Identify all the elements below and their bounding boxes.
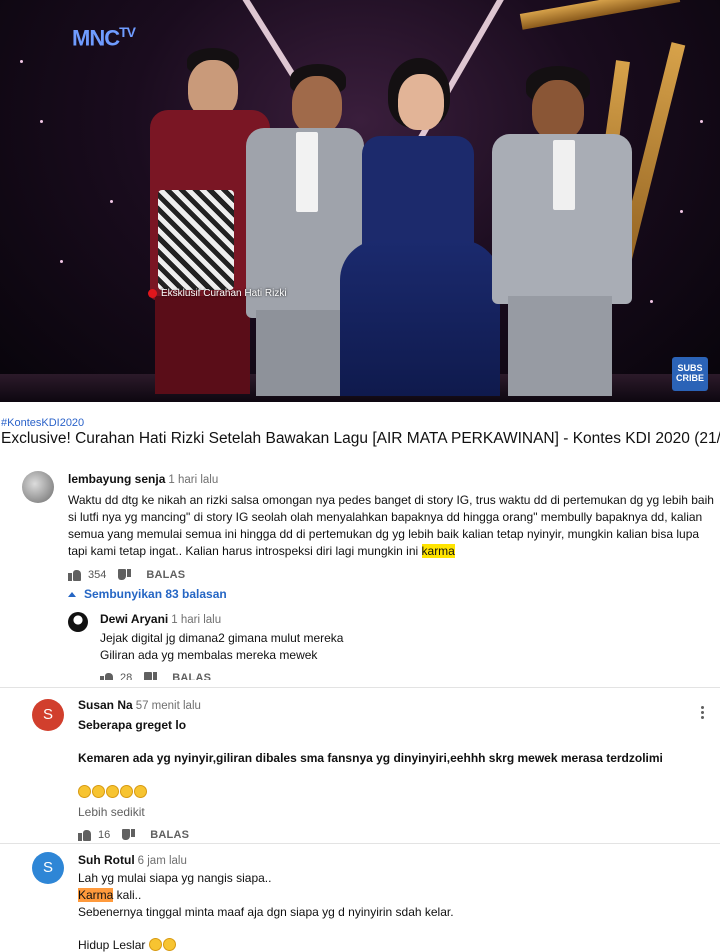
sparkle (680, 210, 683, 213)
video-caption: Eksklusif Curahan Hati Rizki (148, 288, 287, 299)
like-count: 16 (98, 829, 111, 841)
more-vert-icon[interactable] (701, 706, 705, 722)
live-dot-icon (148, 289, 157, 298)
emoji-icon (134, 785, 147, 798)
subscribe-badge[interactable]: SUBS CRIBE (672, 357, 708, 391)
like-count: 28 (120, 672, 133, 680)
comment-time[interactable]: 1 hari lalu (168, 474, 218, 486)
thumbs-up-icon[interactable] (78, 829, 92, 841)
reply-time[interactable]: 1 hari lalu (171, 614, 221, 626)
comment-author[interactable]: Suh Rotul 6 jam lalu (78, 853, 698, 867)
comment-author[interactable]: Susan Na 57 menit lalu (78, 698, 678, 712)
reply-button[interactable]: BALAS (172, 672, 211, 680)
reply-author[interactable]: Dewi Aryani 1 hari lalu (100, 612, 700, 626)
emoji-icon (78, 785, 91, 798)
emoji-icon (120, 785, 133, 798)
stage-decor (519, 0, 681, 30)
comment: Susan Na 57 menit lalu Seberapa greget lo… (78, 698, 678, 841)
emoji-icon (162, 938, 176, 951)
comment-time[interactable]: 6 jam lalu (138, 855, 187, 867)
sparkle (40, 120, 43, 123)
emoji-icon (92, 785, 105, 798)
comment: lembayung senja 1 hari lalu Waktu dd dtg … (68, 472, 714, 581)
avatar[interactable] (22, 471, 54, 503)
thumbs-up-icon[interactable] (68, 569, 82, 581)
hide-replies-button[interactable]: Sembunyikan 83 balasan (68, 587, 227, 601)
thumbs-up-icon[interactable] (100, 672, 114, 680)
highlighted-word: karma (421, 544, 455, 558)
sparkle (650, 300, 653, 303)
comment-time[interactable]: 57 menit lalu (136, 700, 201, 712)
reply-button[interactable]: BALAS (146, 569, 185, 581)
video-player[interactable]: MNCTV Eksklusif Curahan Hati Rizki SUBS (0, 0, 720, 402)
comment-text: Lah yg mulai siapa yg nangis siapa.. Kar… (78, 871, 454, 952)
sparkle (700, 120, 703, 123)
sparkle (20, 60, 23, 63)
comment-divider (0, 843, 720, 844)
caret-up-icon (68, 591, 76, 597)
thumbs-down-icon[interactable] (144, 672, 158, 680)
comment-author[interactable]: lembayung senja 1 hari lalu (68, 472, 714, 486)
sparkle (110, 200, 113, 203)
thumbs-down-icon[interactable] (118, 569, 132, 581)
reply: Dewi Aryani 1 hari lalu Jejak digital jg … (100, 612, 700, 680)
show-less-link[interactable]: Lebih sedikit (78, 805, 678, 819)
comment-text: Kemaren ada yg nyinyir,giliran dibales s… (78, 751, 663, 765)
reply-text: Jejak digital jg dimana2 gimana mulut me… (100, 631, 344, 662)
comment-text: Waktu dd dtg ke nikah an rizki salsa omo… (68, 493, 714, 558)
thumbs-down-icon[interactable] (122, 829, 136, 841)
emoji-icon (106, 785, 119, 798)
avatar[interactable]: S (32, 852, 64, 884)
avatar[interactable] (68, 612, 88, 632)
sparkle (60, 260, 63, 263)
video-hashtag[interactable]: #KontesKDI2020 (1, 417, 84, 429)
channel-logo: MNCTV (72, 24, 136, 51)
reply-button[interactable]: BALAS (150, 829, 189, 841)
video-title: Exclusive! Curahan Hati Rizki Setelah Ba… (1, 430, 720, 447)
comment-text: Seberapa greget lo (78, 718, 187, 732)
emoji-icon (148, 938, 162, 951)
emoji-row (78, 783, 678, 801)
comment: Suh Rotul 6 jam lalu Lah yg mulai siapa y… (78, 853, 698, 952)
like-count: 354 (88, 569, 107, 581)
reply-actions: 28 BALAS (100, 672, 700, 680)
comment-actions: 16 BALAS (78, 829, 678, 841)
highlighted-word: Karma (78, 888, 114, 902)
avatar[interactable]: S (32, 699, 64, 731)
comment-actions: 354 BALAS (68, 569, 714, 581)
comment-divider (0, 687, 720, 688)
